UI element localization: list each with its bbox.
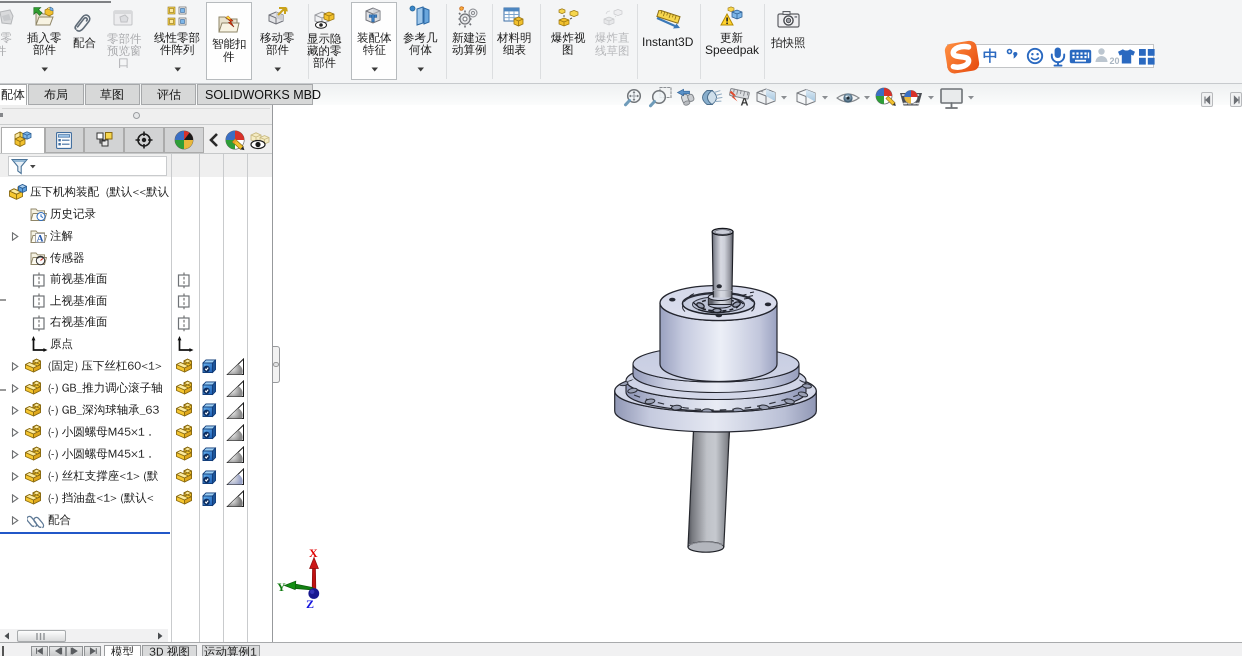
svg-text:Y: Y (277, 580, 286, 594)
svg-text:A: A (37, 234, 44, 244)
svg-text:A: A (741, 97, 749, 109)
svg-text:Z: Z (306, 597, 314, 611)
